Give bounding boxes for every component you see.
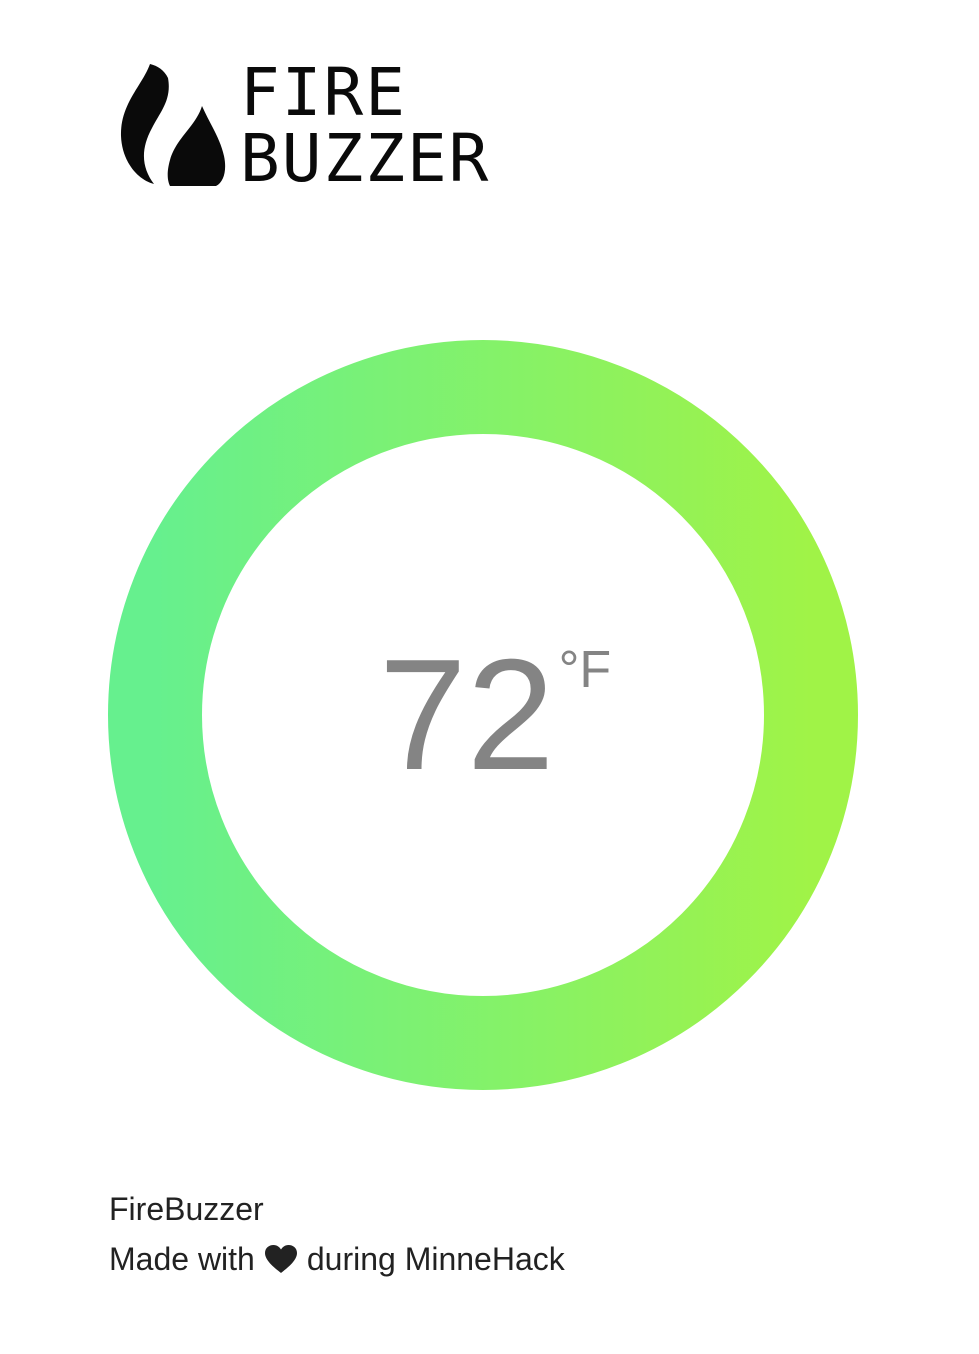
footer-title: FireBuzzer: [109, 1191, 264, 1227]
footer-credit: Made with during MinneHack: [109, 1234, 565, 1284]
heart-icon: [264, 1245, 297, 1273]
temperature-gauge: 72 °F: [108, 340, 858, 1090]
logo: FIRE BUZZER: [120, 60, 490, 192]
footer: FireBuzzer Made with during MinneHack: [109, 1184, 565, 1284]
wordmark: FIRE BUZZER: [240, 60, 490, 192]
flame-icon: [120, 64, 226, 186]
temperature-reading: 72 °F: [108, 340, 858, 1090]
brand-line-2: BUZZER: [240, 120, 491, 197]
during-text: during MinneHack: [306, 1241, 565, 1277]
temperature-unit: °F: [558, 641, 612, 699]
made-with-text: Made with: [109, 1241, 255, 1277]
temperature-value: 72: [378, 627, 555, 803]
brand-line-1: FIRE: [240, 54, 407, 131]
